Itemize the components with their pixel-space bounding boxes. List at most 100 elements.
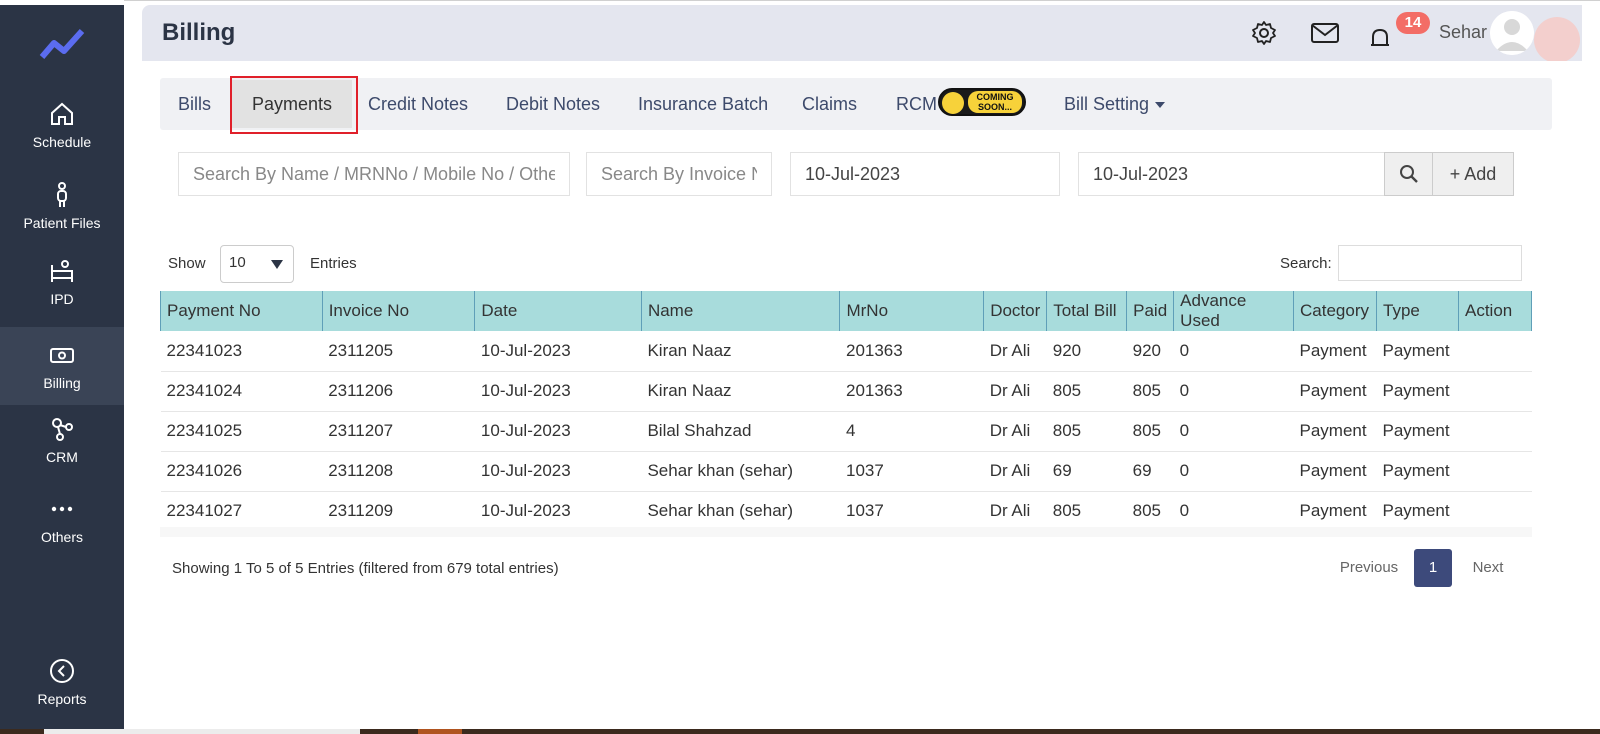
table-cell: 0 (1179, 501, 1190, 520)
column-header[interactable]: Date (474, 291, 642, 331)
main-content: Billing 14 Sehar Bills Payments Credit N… (142, 5, 1582, 729)
table-row[interactable]: 22341025 2311207 10-Jul-2023 Bilal Shahz… (160, 411, 1532, 451)
table-cell-action[interactable] (1458, 371, 1531, 411)
column-header[interactable]: Doctor (983, 291, 1048, 331)
avatar[interactable] (1490, 11, 1534, 55)
sidebar-item-ipd[interactable]: IPD (0, 257, 124, 335)
user-name[interactable]: Sehar (1439, 22, 1487, 43)
table-search-input[interactable] (1338, 245, 1522, 281)
sidebar-item-patient-files[interactable]: Patient Files (0, 181, 124, 259)
table-cell: Dr Ali (989, 501, 1031, 520)
table-cell: 805 (1052, 501, 1082, 520)
payments-table: Payment No Invoice No Date Name MrNo Doc… (160, 291, 1533, 532)
table-cell: Payment (1382, 381, 1450, 400)
table-cell: Payment (1382, 421, 1450, 440)
logo-icon[interactable] (38, 27, 86, 63)
date-from-field[interactable]: 10-Jul-2023 (790, 152, 1060, 196)
table-cell: 805 (1052, 421, 1082, 440)
gear-icon[interactable] (1250, 19, 1278, 47)
table-cell: Kiran Naaz (647, 381, 732, 400)
table-cell: 10-Jul-2023 (480, 381, 571, 400)
table-cell: 1037 (845, 461, 884, 480)
sidebar-item-label: Patient Files (23, 215, 101, 231)
previous-page-button[interactable]: Previous (1334, 549, 1404, 587)
column-header[interactable]: Action (1457, 291, 1533, 331)
sidebar-item-label: Others (40, 529, 83, 545)
sidebar-item-label: Billing (43, 375, 81, 391)
entries-select[interactable]: 10 (220, 245, 294, 283)
table-cell: 2311208 (328, 461, 394, 480)
table-cell: Bilal Shahzad (647, 421, 752, 440)
tab-claims[interactable]: Claims (802, 78, 857, 130)
table-cell: 805 (1132, 381, 1162, 400)
table-cell: 201363 (845, 340, 903, 360)
table-cell-action[interactable] (1458, 451, 1531, 491)
taskbar-edge-light (44, 729, 360, 734)
tab-credit-notes[interactable]: Credit Notes (368, 78, 468, 130)
table-cell: Payment (1382, 501, 1450, 520)
table-row[interactable]: 22341027 2311209 10-Jul-2023 Sehar khan … (160, 491, 1532, 531)
tab-rcm[interactable]: RCM (896, 78, 937, 130)
name-search-input[interactable] (178, 152, 570, 196)
column-header[interactable]: Total Bill (1046, 291, 1128, 331)
table-cell-action[interactable] (1458, 491, 1531, 531)
table-cell: 920 (1132, 340, 1162, 360)
triangle-down-icon (271, 260, 283, 269)
column-header[interactable]: Invoice No (321, 291, 476, 331)
search-button[interactable] (1384, 152, 1434, 196)
table-cell: Payment (1299, 340, 1367, 360)
bell-icon[interactable] (1366, 25, 1394, 53)
page-1-button[interactable]: 1 (1414, 549, 1452, 587)
notification-badge: 14 (1396, 12, 1430, 34)
table-cell: 22341024 (166, 381, 243, 400)
table-cell: 69 (1132, 461, 1152, 480)
sidebar-item-schedule[interactable]: Schedule (0, 100, 124, 178)
column-header[interactable]: Type (1376, 291, 1459, 331)
table-row[interactable]: 22341023 2311205 10-Jul-2023 Kiran Naaz … (160, 331, 1532, 371)
table-row[interactable]: 22341026 2311208 10-Jul-2023 Sehar khan … (160, 451, 1532, 491)
home-icon (51, 102, 73, 125)
invoice-search-input[interactable] (586, 152, 772, 196)
column-header[interactable]: Category (1293, 291, 1377, 331)
column-header[interactable]: Payment No (160, 291, 323, 331)
table-cell: Payment (1299, 501, 1367, 520)
tab-payments-highlight (230, 76, 358, 134)
tab-debit-notes[interactable]: Debit Notes (506, 78, 600, 130)
tab-bill-setting[interactable]: Bill Setting (1064, 78, 1166, 130)
header: Billing 14 Sehar (142, 5, 1582, 61)
table-cell: 2311206 (328, 381, 394, 400)
search-icon (1400, 165, 1418, 183)
column-header[interactable]: Paid (1126, 291, 1175, 331)
table-cell: 0 (1179, 340, 1190, 360)
table-row[interactable]: 22341024 2311206 10-Jul-2023 Kiran Naaz … (160, 371, 1532, 411)
table-cell: 2311207 (328, 421, 394, 440)
table-cell: 0 (1179, 381, 1190, 400)
next-page-button[interactable]: Next (1464, 549, 1512, 587)
column-header[interactable]: Advance Used (1173, 291, 1295, 331)
table-cell: 22341027 (166, 501, 243, 520)
date-to-field[interactable]: 10-Jul-2023 (1078, 152, 1386, 196)
table-cell: 920 (1052, 340, 1082, 360)
taskbar-edge-accent (418, 729, 462, 734)
add-button[interactable]: + Add (1432, 152, 1514, 196)
column-header[interactable]: MrNo (839, 291, 985, 331)
sidebar-item-crm[interactable]: CRM (0, 415, 124, 493)
table-cell-action[interactable] (1458, 411, 1531, 451)
sidebar-item-reports[interactable]: Reports (0, 657, 124, 734)
tab-bills[interactable]: Bills (178, 78, 211, 130)
sidebar-item-billing[interactable]: Billing (0, 327, 124, 405)
bed-icon (51, 260, 73, 282)
column-header[interactable]: Name (640, 291, 841, 331)
table-cell: Payment (1299, 381, 1367, 400)
tab-insurance-batch[interactable]: Insurance Batch (638, 78, 768, 130)
table-cell: Dr Ali (989, 340, 1031, 360)
table-cell: 805 (1052, 381, 1082, 400)
table-cell: 0 (1179, 421, 1190, 440)
sidebar-item-others[interactable]: Others (0, 495, 124, 573)
sidebar-item-label: CRM (46, 449, 78, 465)
mail-icon[interactable] (1310, 19, 1340, 47)
table-cell-action[interactable] (1458, 331, 1531, 371)
table-cell: 22341023 (166, 340, 243, 360)
chevron-left-circle-icon (50, 659, 74, 683)
table-cell: 10-Jul-2023 (480, 421, 571, 440)
